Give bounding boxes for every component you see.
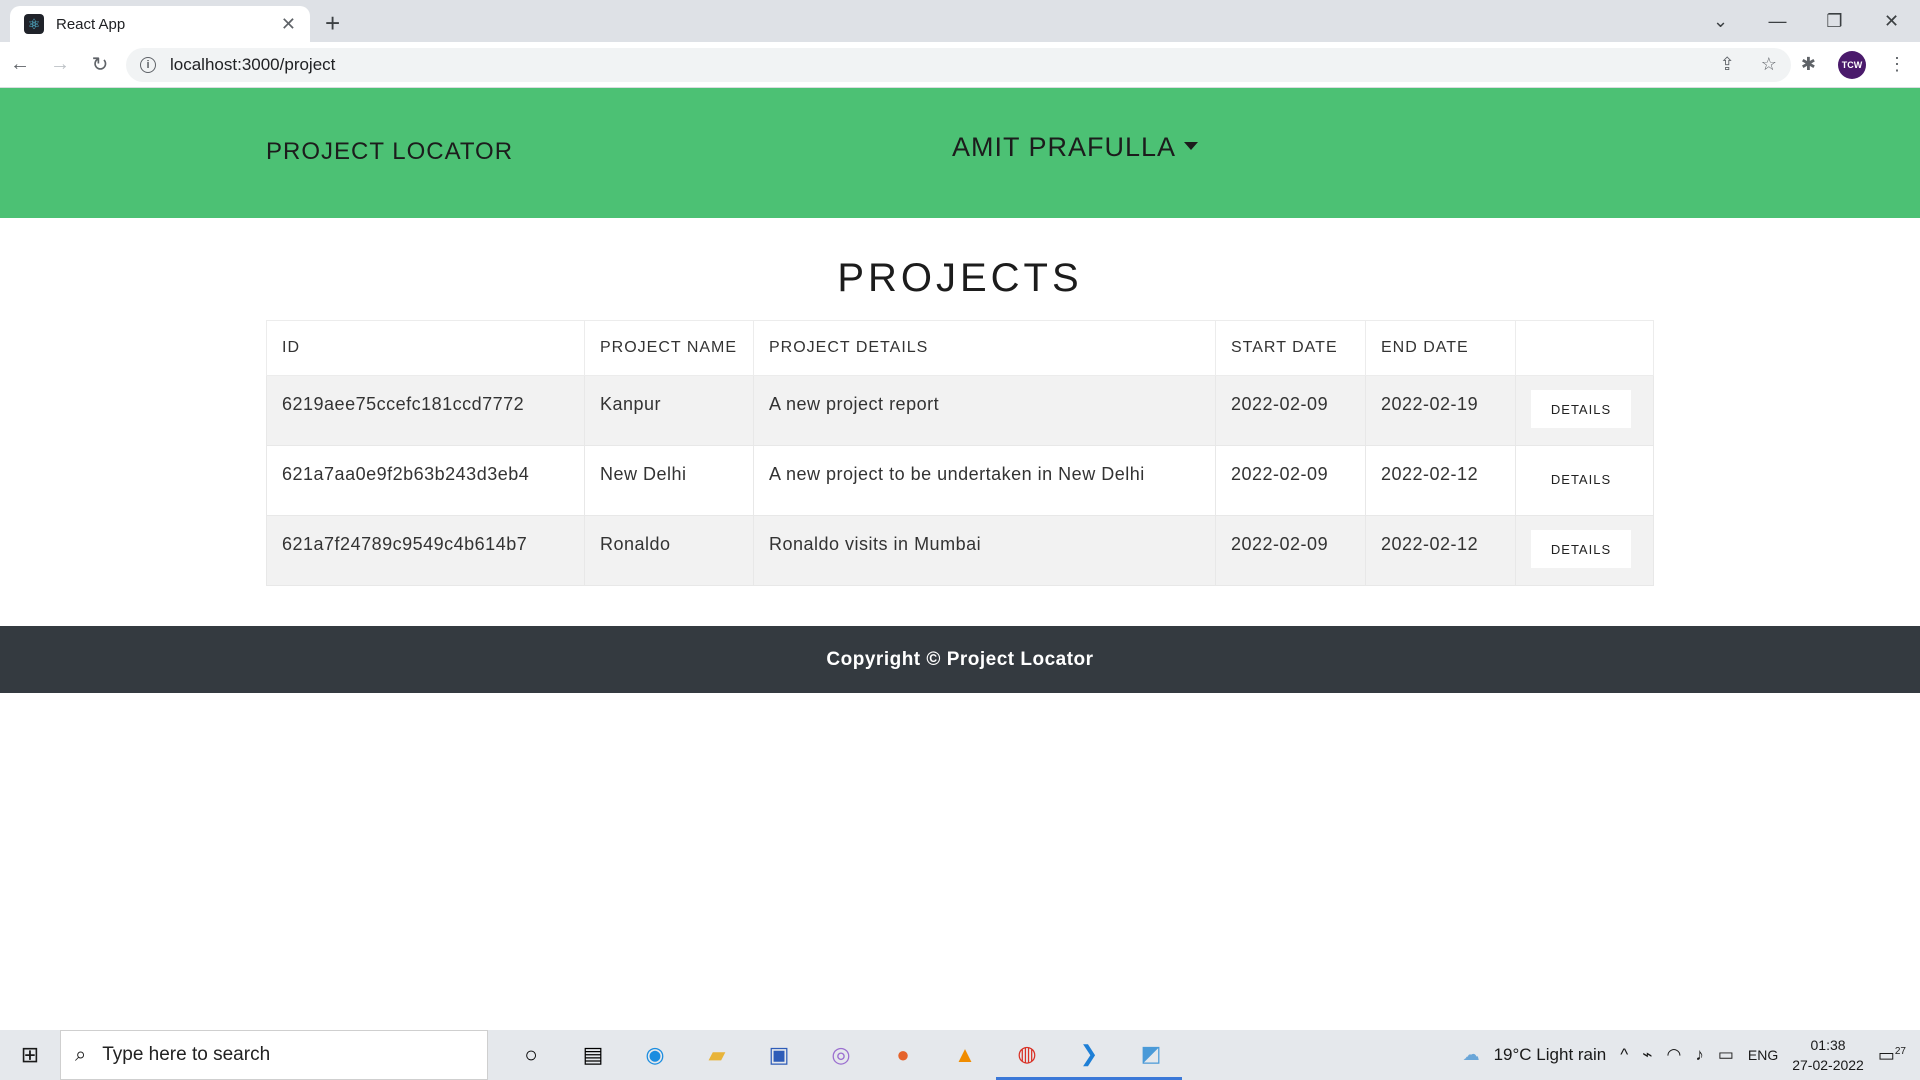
- browser-toolbar: ← → ↻ i localhost:3000/project ⇪ ☆ ✱ TCW…: [0, 42, 1920, 88]
- table-row: 6219aee75ccefc181ccd7772 Kanpur A new pr…: [266, 375, 1654, 446]
- notification-icon[interactable]: ▭27: [1878, 1045, 1906, 1066]
- cell-action: DETAILS: [1515, 515, 1654, 586]
- footer-copyright: Copyright © Project Locator: [826, 648, 1094, 670]
- cell-id: 621a7f24789c9549c4b614b7: [266, 515, 585, 586]
- reload-icon[interactable]: ↻: [80, 52, 120, 77]
- clock-time: 01:38: [1810, 1037, 1846, 1053]
- details-button[interactable]: DETAILS: [1531, 530, 1631, 568]
- col-header-project-name: PROJECT NAME: [584, 320, 754, 376]
- wifi-icon[interactable]: ◠: [1666, 1045, 1681, 1065]
- caret-down-icon: [1184, 141, 1199, 150]
- vlc-icon[interactable]: ▲: [934, 1030, 996, 1080]
- chrome-icon[interactable]: ◍: [996, 1030, 1058, 1080]
- share-icon[interactable]: ⇪: [1720, 54, 1735, 75]
- cell-name: New Delhi: [584, 445, 754, 516]
- col-header-start-date: START DATE: [1215, 320, 1366, 376]
- weather-icon[interactable]: ☁: [1463, 1045, 1480, 1065]
- browser-menu-icon[interactable]: ⋮: [1888, 54, 1906, 75]
- forward-arrow-icon[interactable]: →: [40, 53, 80, 76]
- chevron-up-icon[interactable]: ^: [1620, 1045, 1628, 1065]
- store-icon[interactable]: ▣: [748, 1030, 810, 1080]
- cell-start-date: 2022-02-09: [1215, 445, 1366, 516]
- vscode-icon[interactable]: ❯: [1058, 1030, 1120, 1080]
- cell-end-date: 2022-02-19: [1365, 375, 1516, 446]
- cell-name: Kanpur: [584, 375, 754, 446]
- cell-details: Ronaldo visits in Mumbai: [753, 515, 1216, 586]
- cell-id: 6219aee75ccefc181ccd7772: [266, 375, 585, 446]
- minimize-button[interactable]: —: [1749, 11, 1806, 32]
- page-title: PROJECTS: [837, 256, 1083, 300]
- search-placeholder: Type here to search: [102, 1044, 271, 1065]
- url-text[interactable]: localhost:3000/project: [170, 55, 1720, 75]
- cell-id: 621a7aa0e9f2b63b243d3eb4: [266, 445, 585, 516]
- cell-action: DETAILS: [1515, 445, 1654, 516]
- task-view-icon[interactable]: ▤: [562, 1030, 624, 1080]
- photos-app-icon[interactable]: ◎: [810, 1030, 872, 1080]
- browser-tab-bar: ⚛ React App ✕ + ⌄ — ❐ ✕: [0, 0, 1920, 42]
- cell-start-date: 2022-02-09: [1215, 375, 1366, 446]
- clock[interactable]: 01:38 27-02-2022: [1792, 1035, 1864, 1075]
- details-button[interactable]: DETAILS: [1531, 390, 1631, 428]
- col-header-actions: [1515, 320, 1654, 376]
- projects-table: ID PROJECT NAME PROJECT DETAILS START DA…: [266, 320, 1654, 586]
- volume-icon[interactable]: ♪: [1695, 1045, 1704, 1065]
- clock-date: 27-02-2022: [1792, 1057, 1864, 1073]
- table-row: 621a7aa0e9f2b63b243d3eb4 New Delhi A new…: [266, 445, 1654, 516]
- notification-count: 27: [1894, 1045, 1906, 1057]
- site-info-icon[interactable]: i: [140, 56, 156, 73]
- cell-end-date: 2022-02-12: [1365, 515, 1516, 586]
- cell-action: DETAILS: [1515, 375, 1654, 446]
- app-header: PROJECT LOCATOR AMIT PRAFULLA: [0, 88, 1920, 218]
- tab-title: React App: [56, 15, 126, 33]
- browser-tab[interactable]: ⚛ React App ✕: [10, 6, 310, 42]
- os-taskbar: ⊞ ⌕ Type here to search ○ ▤ ◉ ▰ ▣ ◎ ● ▲ …: [0, 1030, 1920, 1080]
- app-footer: Copyright © Project Locator: [0, 626, 1920, 693]
- notepad-icon[interactable]: ◩: [1120, 1030, 1182, 1080]
- language-indicator[interactable]: ENG: [1748, 1047, 1778, 1063]
- cortana-icon[interactable]: ○: [500, 1030, 562, 1080]
- new-tab-button[interactable]: +: [325, 8, 340, 39]
- table-row: 621a7f24789c9549c4b614b7 Ronaldo Ronaldo…: [266, 515, 1654, 586]
- tab-search-icon[interactable]: ⌄: [1692, 11, 1749, 32]
- col-header-project-details: PROJECT DETAILS: [753, 320, 1216, 376]
- col-header-end-date: END DATE: [1365, 320, 1516, 376]
- cell-end-date: 2022-02-12: [1365, 445, 1516, 516]
- react-favicon-icon: ⚛: [24, 14, 44, 34]
- details-button[interactable]: DETAILS: [1531, 460, 1631, 498]
- brand-logo[interactable]: PROJECT LOCATOR: [266, 138, 513, 166]
- battery-icon[interactable]: ▭: [1718, 1045, 1734, 1065]
- taskbar-search[interactable]: ⌕ Type here to search: [60, 1030, 488, 1080]
- bookmark-star-icon[interactable]: ☆: [1761, 54, 1777, 75]
- edge-icon[interactable]: ◉: [624, 1030, 686, 1080]
- restore-button[interactable]: ❐: [1806, 11, 1863, 32]
- cell-details: A new project report: [753, 375, 1216, 446]
- close-window-button[interactable]: ✕: [1863, 11, 1920, 32]
- table-header-row: ID PROJECT NAME PROJECT DETAILS START DA…: [266, 320, 1654, 376]
- network-icon[interactable]: ⌁: [1642, 1045, 1652, 1065]
- user-name: AMIT PRAFULLA: [952, 132, 1177, 162]
- extensions-puzzle-icon[interactable]: ✱: [1801, 54, 1816, 75]
- search-icon: ⌕: [75, 1043, 87, 1066]
- cell-details: A new project to be undertaken in New De…: [753, 445, 1216, 516]
- system-tray: ☁ 19°C Light rain ^ ⌁ ◠ ♪ ▭ ENG 01:38 27…: [1463, 1030, 1920, 1080]
- file-explorer-icon[interactable]: ▰: [686, 1030, 748, 1080]
- pinned-apps: ○ ▤ ◉ ▰ ▣ ◎ ● ▲ ◍ ❯ ◩: [500, 1030, 1182, 1080]
- address-bar[interactable]: i localhost:3000/project ⇪ ☆: [126, 47, 1791, 82]
- tab-close-icon[interactable]: ✕: [281, 14, 296, 35]
- weather-text[interactable]: 19°C Light rain: [1494, 1045, 1607, 1065]
- col-header-id: ID: [266, 320, 585, 376]
- back-arrow-icon[interactable]: ←: [0, 53, 40, 76]
- window-controls: ⌄ — ❐ ✕: [1692, 0, 1920, 42]
- profile-avatar[interactable]: TCW: [1838, 50, 1866, 79]
- firefox-icon[interactable]: ●: [872, 1030, 934, 1080]
- windows-start-icon[interactable]: ⊞: [0, 1042, 60, 1068]
- cell-name: Ronaldo: [584, 515, 754, 586]
- cell-start-date: 2022-02-09: [1215, 515, 1366, 586]
- user-dropdown[interactable]: AMIT PRAFULLA: [952, 132, 1199, 163]
